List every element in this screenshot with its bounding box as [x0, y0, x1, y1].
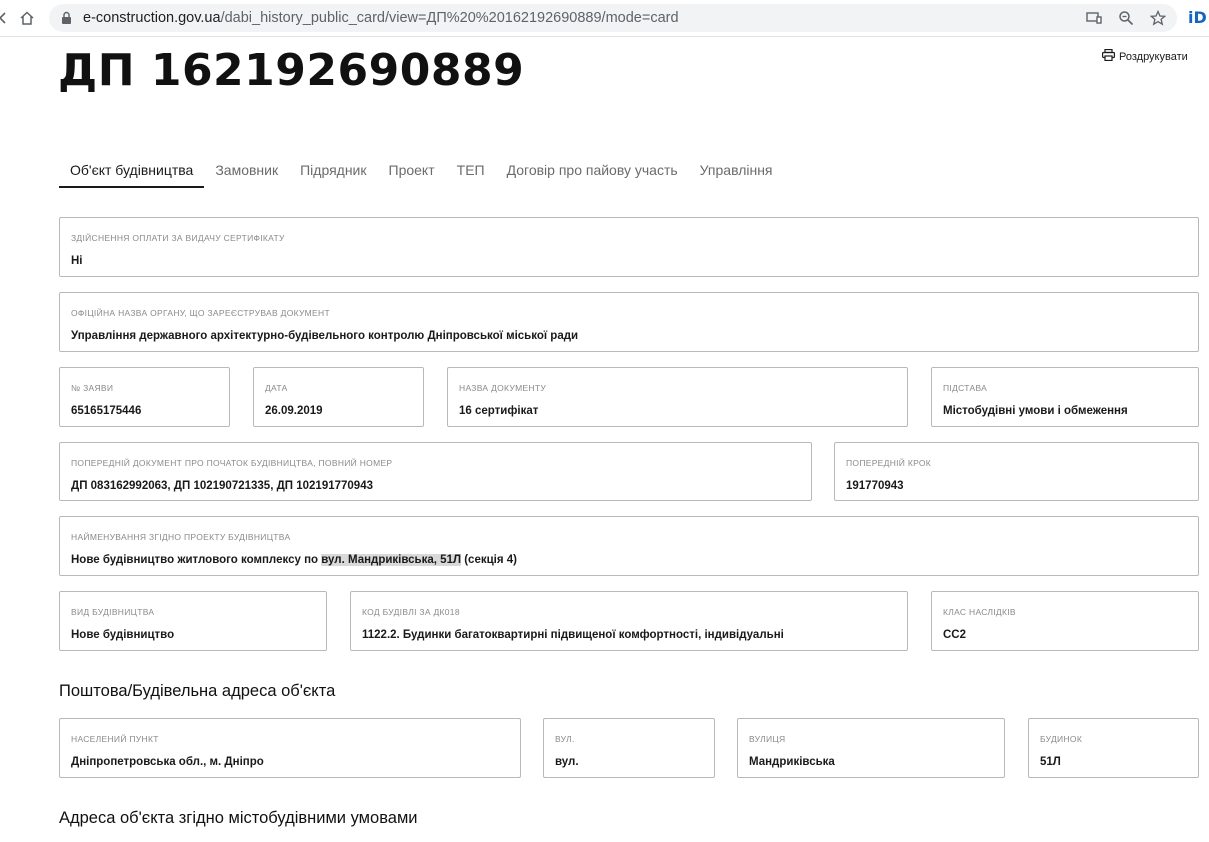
- field-label: Підстава: [943, 383, 988, 393]
- field-label: Код будівлі за ДК018: [362, 607, 460, 617]
- url-text[interactable]: e-construction.gov.ua/dabi_history_publi…: [83, 10, 679, 26]
- tab-share-agreement[interactable]: Договір про пайову участь: [496, 157, 689, 188]
- field-value: Ні: [71, 255, 83, 267]
- field-document-name: Назва документу 16 сертифікат: [447, 367, 908, 427]
- field-value: Мандриківська: [749, 756, 835, 768]
- home-icon[interactable]: [18, 9, 36, 27]
- field-payment: Здійснення оплати за видачу сертифікату …: [59, 217, 1199, 277]
- field-previous-document: Попередній документ про початок будівниц…: [59, 442, 812, 501]
- field-label: Будинок: [1040, 734, 1083, 744]
- field-label: Назва документу: [459, 383, 547, 393]
- field-label: Найменування згідно проекту будівництва: [71, 532, 291, 542]
- field-value: 16 сертифікат: [459, 405, 539, 417]
- section-title-address: Поштова/Будівельна адреса об'єкта: [59, 682, 336, 700]
- address-bar[interactable]: e-construction.gov.ua/dabi_history_publi…: [49, 4, 1177, 32]
- field-label: Вул.: [555, 734, 575, 744]
- tab-object[interactable]: Об'єкт будівництва: [59, 157, 205, 188]
- field-label: Офіційна назва органу, що зареєстрував д…: [71, 308, 330, 318]
- field-house: Будинок 51Л: [1028, 718, 1199, 778]
- field-value: Управління державного архітектурно-будів…: [71, 330, 579, 342]
- tab-project[interactable]: Проект: [378, 157, 446, 188]
- print-label: Роздрукувати: [1119, 50, 1188, 63]
- tab-bar: Об'єкт будівництва Замовник Підрядник Пр…: [59, 157, 784, 188]
- field-building-code: Код будівлі за ДК018 1122.2. Будинки баг…: [350, 591, 908, 651]
- field-value: 65165175446: [71, 405, 142, 417]
- field-value: 26.09.2019: [265, 405, 323, 417]
- field-value: Містобудівні умови і обмеження: [943, 405, 1128, 417]
- field-label: Попередній документ про початок будівниц…: [71, 458, 393, 468]
- bookmark-star-icon[interactable]: [1149, 9, 1167, 27]
- field-street: Вулиця Мандриківська: [737, 718, 1005, 778]
- browser-toolbar: e-construction.gov.ua/dabi_history_publi…: [0, 0, 1209, 37]
- field-value: ДП 083162992063, ДП 102190721335, ДП 102…: [71, 480, 373, 492]
- printer-icon: [1102, 48, 1116, 64]
- field-label: Вид будівництва: [71, 607, 155, 617]
- field-value: СС2: [943, 629, 967, 641]
- extension-icon[interactable]: iD: [1188, 8, 1207, 27]
- field-application-number: № заяви 65165175446: [59, 367, 230, 427]
- field-label: Вулиця: [749, 734, 786, 744]
- field-consequence-class: Клас наслідків СС2: [931, 591, 1199, 651]
- back-icon[interactable]: [0, 9, 12, 27]
- section-title-urban-address: Адреса об'єкта згідно містобудівними умо…: [59, 809, 418, 827]
- field-street-type: Вул. вул.: [543, 718, 715, 778]
- cast-icon[interactable]: [1085, 9, 1103, 27]
- field-label: Попередній крок: [846, 458, 932, 468]
- tab-customer[interactable]: Замовник: [204, 157, 289, 188]
- field-construction-type: Вид будівництва Нове будівництво: [59, 591, 327, 651]
- highlighted-address: вул. Мандриківська, 51Л: [321, 554, 462, 566]
- lock-icon[interactable]: [61, 11, 72, 30]
- field-label: Населений пункт: [71, 734, 159, 744]
- field-value: Дніпропетровська обл., м. Дніпро: [71, 756, 264, 768]
- field-label: № заяви: [71, 383, 114, 393]
- field-basis: Підстава Містобудівні умови і обмеження: [931, 367, 1199, 427]
- field-value: 1122.2. Будинки багатоквартирні підвищен…: [362, 629, 784, 641]
- field-label: Дата: [265, 383, 288, 393]
- field-previous-step: Попередній крок 191770943: [834, 442, 1199, 501]
- print-button[interactable]: Роздрукувати: [1102, 48, 1188, 64]
- field-value: вул.: [555, 756, 579, 768]
- field-settlement: Населений пункт Дніпропетровська обл., м…: [59, 718, 521, 778]
- field-value: Нове будівництво житлового комплексу по …: [71, 554, 517, 566]
- tab-management[interactable]: Управління: [689, 157, 784, 188]
- field-label: Клас наслідків: [943, 607, 1016, 617]
- tab-contractor[interactable]: Підрядник: [289, 157, 377, 188]
- tab-tep[interactable]: ТЕП: [446, 157, 496, 188]
- field-organ: Офіційна назва органу, що зареєстрував д…: [59, 292, 1199, 352]
- field-label: Здійснення оплати за видачу сертифікату: [71, 233, 285, 243]
- field-project-name: Найменування згідно проекту будівництва …: [59, 516, 1199, 576]
- field-value: 51Л: [1040, 756, 1061, 768]
- field-date: Дата 26.09.2019: [253, 367, 424, 427]
- zoom-icon[interactable]: [1117, 9, 1135, 27]
- page-title: ДП 162192690889: [58, 45, 525, 96]
- field-value: Нове будівництво: [71, 629, 175, 641]
- field-value: 191770943: [846, 480, 904, 492]
